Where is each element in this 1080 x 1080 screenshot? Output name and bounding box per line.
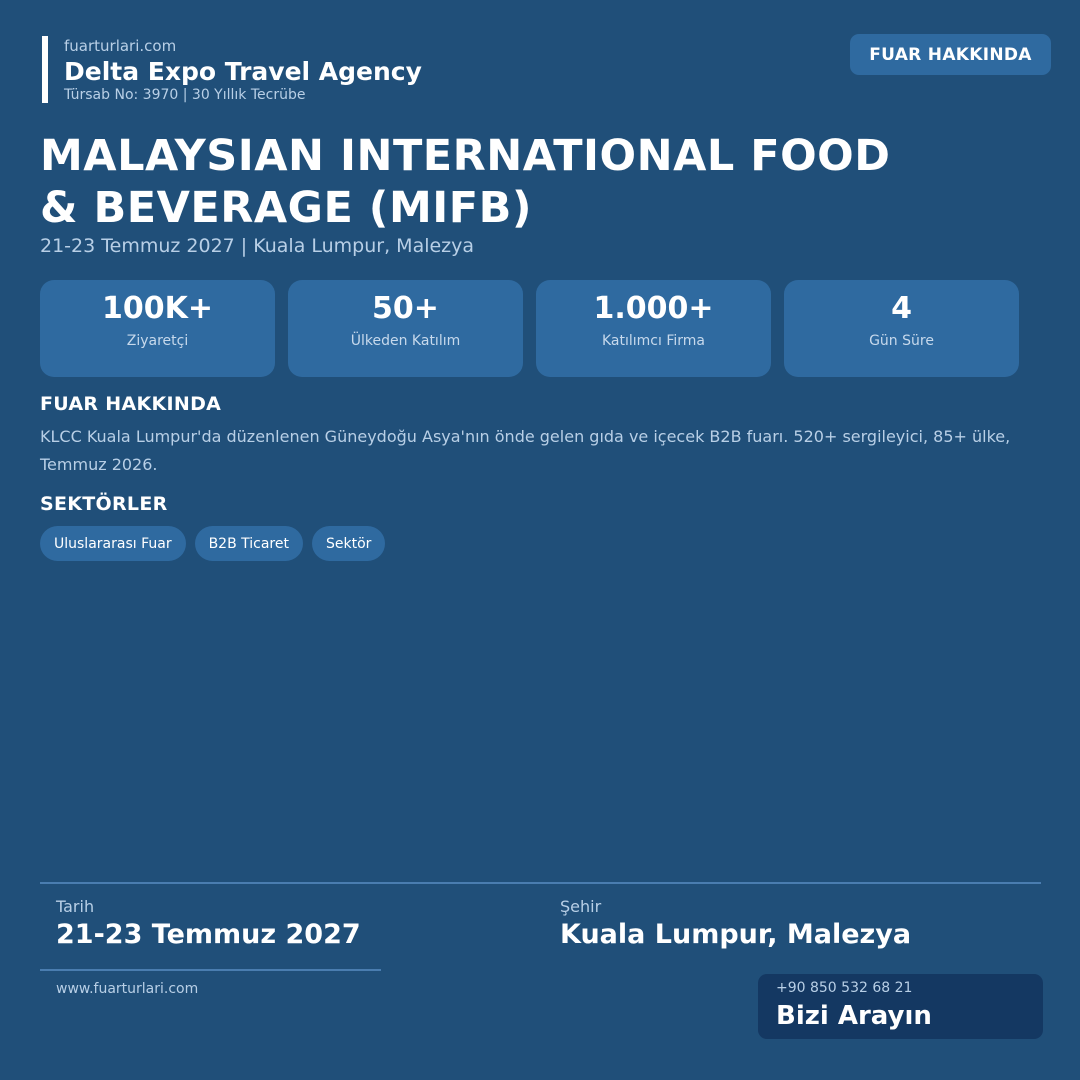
call-us-label: Bizi Arayın xyxy=(776,1001,932,1031)
call-us-button[interactable]: +90 850 532 68 21 Bizi Arayın xyxy=(758,974,1043,1039)
website-divider xyxy=(40,969,381,971)
city-label: Şehir xyxy=(560,897,602,916)
fuar-hakkinda-button[interactable]: FUAR HAKKINDA xyxy=(850,34,1051,75)
event-title-line1: MALAYSIAN INTERNATIONAL FOOD xyxy=(40,131,891,181)
stats-row: 100K+ Ziyaretçi 50+ Ülkeden Katılım 1.00… xyxy=(40,280,1019,377)
date-value: 21-23 Temmuz 2027 xyxy=(56,919,361,950)
sector-tag[interactable]: Sektör xyxy=(311,526,386,561)
agency-name: Delta Expo Travel Agency xyxy=(64,57,422,86)
site-name: fuarturlari.com xyxy=(64,37,177,55)
phone-number: +90 850 532 68 21 xyxy=(776,980,913,996)
footer-divider xyxy=(40,882,1041,884)
stat-value: 50+ xyxy=(372,291,439,326)
event-title-line2: & BEVERAGE (MIFB) xyxy=(40,183,533,233)
website-link[interactable]: www.fuarturlari.com xyxy=(56,981,198,997)
city-value: Kuala Lumpur, Malezya xyxy=(560,919,912,950)
about-heading: FUAR HAKKINDA xyxy=(40,393,222,415)
sector-tag[interactable]: Uluslararası Fuar xyxy=(40,526,186,561)
sector-tag[interactable]: B2B Ticaret xyxy=(194,526,303,561)
stat-card-visitors: 100K+ Ziyaretçi xyxy=(40,280,275,377)
stat-label: Ülkeden Katılım xyxy=(350,333,461,349)
event-subtitle: 21-23 Temmuz 2027 | Kuala Lumpur, Malezy… xyxy=(40,235,475,257)
sector-tags: Uluslararası Fuar B2B Ticaret Sektör xyxy=(40,526,386,561)
stat-label: Ziyaretçi xyxy=(126,333,189,349)
stat-card-countries: 50+ Ülkeden Katılım xyxy=(288,280,523,377)
stat-card-exhibitors: 1.000+ Katılımcı Firma xyxy=(536,280,771,377)
date-label: Tarih xyxy=(56,897,95,916)
stat-value: 100K+ xyxy=(101,291,213,326)
stat-label: Katılımcı Firma xyxy=(602,333,705,349)
event-title: MALAYSIAN INTERNATIONAL FOOD & BEVERAGE … xyxy=(40,130,940,234)
stat-label: Gün Süre xyxy=(869,333,934,349)
agency-meta: Türsab No: 3970 | 30 Yıllık Tecrübe xyxy=(64,87,306,103)
sectors-heading: SEKTÖRLER xyxy=(40,493,168,515)
about-text: KLCC Kuala Lumpur'da düzenlenen Güneydoğ… xyxy=(40,427,1011,474)
stat-card-days: 4 Gün Süre xyxy=(784,280,1019,377)
agency-brand: fuarturlari.com Delta Expo Travel Agency… xyxy=(42,36,422,103)
stat-value: 1.000+ xyxy=(593,291,714,326)
stat-value: 4 xyxy=(891,291,912,326)
